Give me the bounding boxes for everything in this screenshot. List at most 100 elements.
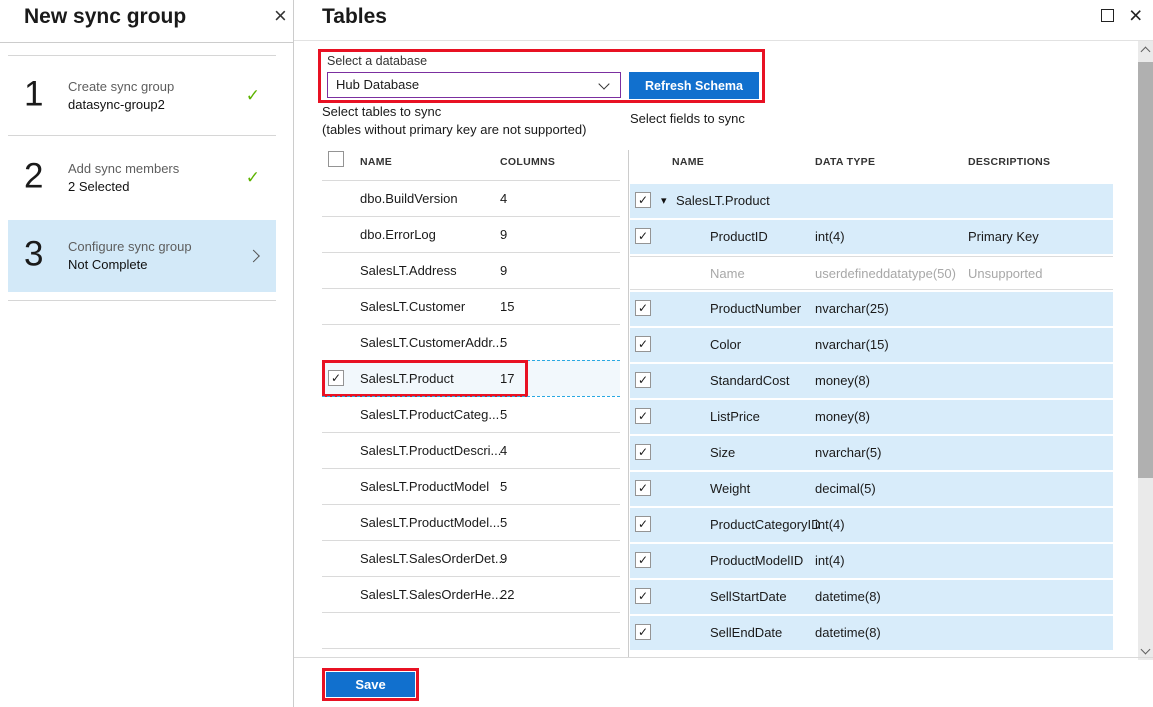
refresh-schema-button[interactable]: Refresh Schema — [629, 72, 759, 99]
checkbox-checked[interactable]: ✓ — [635, 372, 651, 388]
table-columns-count: 5 — [500, 397, 507, 432]
database-dropdown[interactable]: Hub Database — [327, 72, 621, 98]
check-icon: ✓ — [246, 86, 260, 106]
close-icon[interactable]: × — [1129, 2, 1142, 28]
table-row[interactable]: SalesLT.ProductDescri... 4 — [322, 432, 620, 468]
tables-section-subtitle: (tables without primary key are not supp… — [322, 122, 586, 137]
field-data-type: int(4) — [815, 508, 845, 542]
checkbox-checked[interactable]: ✓ — [635, 408, 651, 424]
checkbox-checked[interactable]: ✓ — [635, 444, 651, 460]
checkbox-checked[interactable]: ✓ — [635, 192, 651, 208]
select-all-checkbox[interactable] — [328, 151, 344, 167]
scrollbar-thumb[interactable] — [1138, 62, 1153, 478]
field-data-type: nvarchar(25) — [815, 292, 889, 326]
divider — [0, 42, 293, 43]
table-row[interactable]: ✓ SalesLT.Product 17 — [322, 360, 620, 396]
step-title: Configure sync group — [68, 238, 192, 256]
table-columns-count: 9 — [500, 253, 507, 288]
table-name: dbo.ErrorLog — [360, 217, 436, 252]
field-row[interactable]: ✓ SellStartDate datetime(8) — [630, 580, 1113, 614]
field-data-type: userdefineddatatype(50) — [815, 257, 956, 291]
field-row[interactable]: ✓ Weight decimal(5) — [630, 472, 1113, 506]
field-name: ProductCategoryID — [710, 508, 821, 542]
checkbox-checked[interactable]: ✓ — [635, 588, 651, 604]
checkbox-checked[interactable]: ✓ — [635, 300, 651, 316]
field-name: SellEndDate — [710, 616, 782, 650]
field-data-type: money(8) — [815, 400, 870, 434]
checkbox-checked[interactable]: ✓ — [635, 552, 651, 568]
step-number: 2 — [24, 156, 43, 196]
table-row[interactable]: SalesLT.CustomerAddr... 5 — [322, 324, 620, 360]
save-button[interactable]: Save — [326, 672, 415, 697]
table-row[interactable]: SalesLT.ProductCateg... 5 — [322, 396, 620, 432]
step-subtitle: 2 Selected — [68, 178, 179, 196]
caret-down-icon[interactable]: ▾ — [661, 184, 667, 218]
column-header-descriptions: DESCRIPTIONS — [968, 156, 1050, 168]
table-name: SalesLT.ProductModel... — [360, 505, 500, 540]
field-data-type: money(8) — [815, 364, 870, 398]
table-row[interactable]: dbo.ErrorLog 9 — [322, 216, 620, 252]
scroll-down-icon[interactable] — [1141, 645, 1151, 655]
scroll-up-icon[interactable] — [1141, 47, 1151, 57]
field-name: Name — [710, 257, 745, 291]
field-name: Weight — [710, 472, 750, 506]
field-description: Primary Key — [968, 220, 1039, 254]
scrollbar[interactable] — [1138, 41, 1153, 660]
checkbox-checked[interactable]: ✓ — [635, 336, 651, 352]
step-title: Add sync members — [68, 160, 179, 178]
table-row[interactable]: SalesLT.Customer 15 — [322, 288, 620, 324]
field-row[interactable]: ✓ ListPrice money(8) — [630, 400, 1113, 434]
wizard-step[interactable]: 2 Add sync members 2 Selected ✓ — [8, 135, 276, 220]
step-title: Create sync group — [68, 78, 174, 96]
divider — [294, 657, 1153, 658]
checkbox-checked[interactable]: ✓ — [328, 370, 344, 386]
table-name: dbo.BuildVersion — [360, 181, 458, 216]
checkbox-checked[interactable]: ✓ — [635, 480, 651, 496]
table-name: SalesLT.ProductCateg... — [360, 397, 499, 432]
screen: New sync group × 1 Create sync group dat… — [0, 0, 1153, 707]
wizard-steps: 1 Create sync group datasync-group2 ✓ 2 … — [8, 55, 276, 292]
field-row[interactable]: ✓ ProductID int(4) Primary Key — [630, 220, 1113, 254]
checkbox-checked[interactable]: ✓ — [635, 228, 651, 244]
checkbox-checked[interactable]: ✓ — [635, 624, 651, 640]
table-row[interactable]: SalesLT.SalesOrderDet... 9 — [322, 540, 620, 576]
field-data-type: int(4) — [815, 544, 845, 578]
field-name: ProductModelID — [710, 544, 803, 578]
field-row[interactable]: ✓ ProductCategoryID int(4) — [630, 508, 1113, 542]
field-row[interactable]: ✓ Size nvarchar(5) — [630, 436, 1113, 470]
chevron-down-icon — [598, 78, 609, 89]
checkbox-checked[interactable]: ✓ — [635, 516, 651, 532]
divider — [322, 648, 620, 649]
table-columns-count: 22 — [500, 577, 514, 612]
column-header-columns: COLUMNS — [500, 156, 555, 168]
field-row[interactable]: Name userdefineddatatype(50) Unsupported — [630, 256, 1113, 290]
maximize-icon[interactable] — [1101, 9, 1114, 22]
field-row[interactable]: ✓ ProductNumber nvarchar(25) — [630, 292, 1113, 326]
field-row[interactable]: ✓ SellEndDate datetime(8) — [630, 616, 1113, 650]
field-row[interactable]: ✓ ProductModelID int(4) — [630, 544, 1113, 578]
table-row[interactable]: SalesLT.ProductModel 5 — [322, 468, 620, 504]
table-row[interactable]: SalesLT.Address 9 — [322, 252, 620, 288]
table-row[interactable]: dbo.BuildVersion 4 — [322, 180, 620, 216]
step-number: 3 — [24, 234, 43, 274]
close-icon[interactable]: × — [274, 4, 287, 28]
step-number: 1 — [24, 74, 43, 114]
database-selector-highlight: Select a database Hub Database Refresh S… — [318, 49, 765, 103]
chevron-right-icon — [247, 250, 260, 263]
panel-separator — [293, 0, 294, 707]
wizard-step[interactable]: 3 Configure sync group Not Complete — [8, 220, 276, 292]
field-name: ProductID — [710, 220, 768, 254]
table-columns-count: 5 — [500, 505, 507, 540]
field-row[interactable]: ✓ StandardCost money(8) — [630, 364, 1113, 398]
table-row[interactable]: SalesLT.ProductModel... 5 — [322, 504, 620, 540]
table-columns-count: 4 — [500, 433, 507, 468]
tables-section-title: Select tables to sync — [322, 104, 441, 119]
field-name: SellStartDate — [710, 580, 787, 614]
table-name: SalesLT.CustomerAddr... — [360, 325, 503, 360]
field-row[interactable]: ✓ ▾ SalesLT.Product — [630, 184, 1113, 218]
field-row[interactable]: ✓ Color nvarchar(15) — [630, 328, 1113, 362]
table-columns-count: 15 — [500, 289, 514, 324]
divider — [294, 40, 1153, 41]
wizard-step[interactable]: 1 Create sync group datasync-group2 ✓ — [8, 55, 276, 135]
table-row[interactable]: SalesLT.SalesOrderHe... 22 — [322, 576, 620, 612]
